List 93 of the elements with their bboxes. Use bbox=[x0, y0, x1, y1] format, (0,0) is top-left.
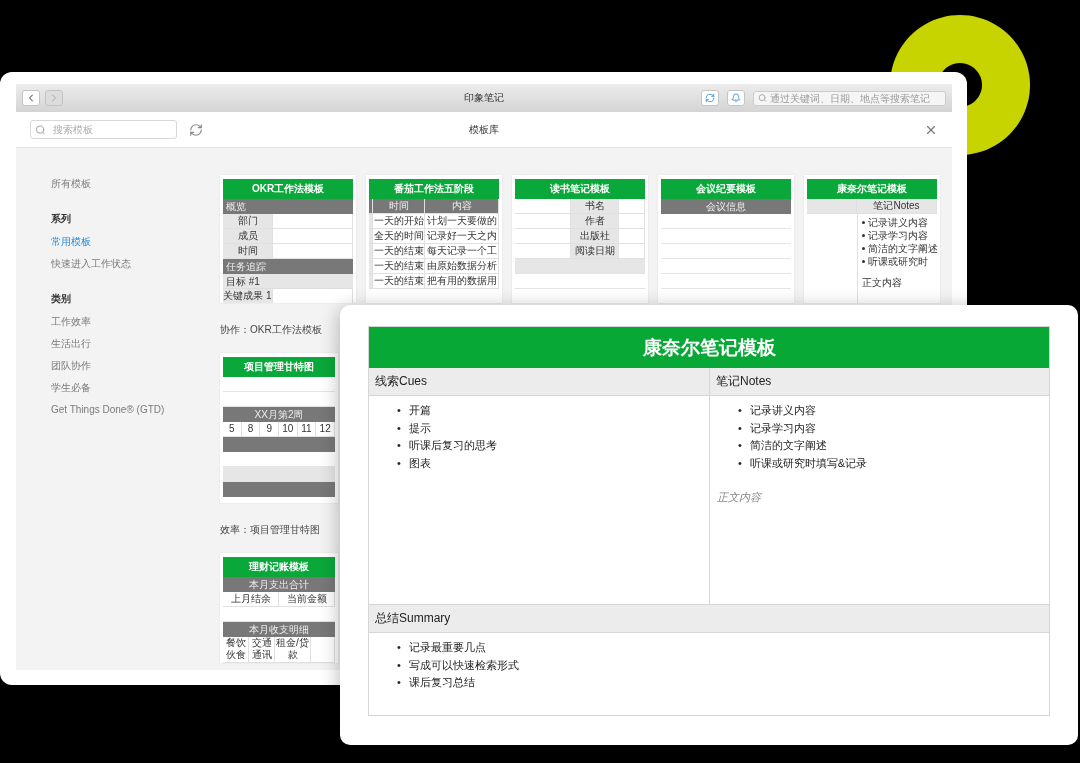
table-cell bbox=[311, 637, 335, 663]
note-search-field[interactable]: 通过关键词、日期、地点等搜索笔记 bbox=[753, 90, 946, 106]
template-title: 会议纪要模板 bbox=[661, 179, 791, 199]
sidebar-item[interactable]: 学生必备 bbox=[51, 381, 220, 395]
table-cell: 一天的开始 bbox=[373, 214, 425, 229]
table-band: 任务追踪 bbox=[223, 259, 353, 274]
sidebar-item[interactable]: 快速进入工作状态 bbox=[51, 257, 220, 271]
table-cell: 书名 bbox=[571, 199, 619, 214]
sidebar-item[interactable]: 所有模板 bbox=[51, 177, 220, 191]
table-cell: 作者 bbox=[571, 214, 619, 229]
list-item: • 记录最重要几点 bbox=[397, 640, 486, 655]
table-cell bbox=[619, 229, 645, 244]
sidebar-item[interactable]: 常用模板 bbox=[51, 235, 220, 249]
table-cell bbox=[807, 199, 857, 214]
sync-button[interactable] bbox=[701, 90, 719, 106]
table-cell: 一天的结束 bbox=[373, 244, 425, 259]
template-title: OKR工作法模板 bbox=[223, 179, 353, 199]
sidebar-item[interactable]: 团队协作 bbox=[51, 359, 220, 373]
template-title: 读书笔记模板 bbox=[515, 179, 645, 199]
table-cell: 每天记录一个工 bbox=[425, 244, 499, 259]
note-text: 正文内容 bbox=[862, 276, 903, 290]
list-item: • 写成可以快速检索形式 bbox=[397, 657, 519, 673]
table-cell bbox=[619, 214, 645, 229]
template-card[interactable]: 番茄工作法五阶段 时间 内容 一天的开始 计划一天要做的 全天的时间 记录好一天之内 一天的结束 每天记录一个工 一天的结束 由原始数据分析 一天的结束 把有用的数据用 bbox=[366, 175, 502, 303]
template-caption: 协作：OKR工作法模板 bbox=[220, 323, 323, 337]
notifications-button[interactable] bbox=[727, 90, 745, 106]
list-item: • 简洁的文字阐述 bbox=[738, 438, 827, 453]
table-band: XX月第2周 bbox=[223, 407, 335, 422]
sidebar-heading: 类别 bbox=[51, 293, 72, 305]
table-cell: 内容 bbox=[425, 199, 499, 214]
template-card[interactable]: 康奈尔笔记模板 笔记Notes 记录讲义内容 记录学习内容 简洁的文字阐述 听课或研究时 正文内容 bbox=[804, 175, 940, 303]
table-cell: 阅读日期 bbox=[571, 244, 619, 259]
table-band: 概览 bbox=[223, 199, 353, 214]
table-cell: 全天的时间 bbox=[373, 229, 425, 244]
table-cell: 计划一天要做的 bbox=[425, 214, 499, 229]
table-band: 本月支出合计 bbox=[223, 577, 335, 592]
list-item: 记录学习内容 bbox=[862, 229, 938, 242]
table-row: 目标 #1 bbox=[223, 274, 353, 289]
template-card[interactable]: 读书笔记模板 书名 作者 出版社 阅读日期 bbox=[512, 175, 648, 303]
template-title: 康奈尔笔记模板 bbox=[807, 179, 937, 199]
table-cell: 部门 bbox=[223, 214, 273, 229]
list-item: • 听课后复习的思考 bbox=[397, 438, 497, 453]
table-cell: 成员 bbox=[223, 229, 273, 244]
list-item: 简洁的文字阐述 bbox=[862, 242, 938, 255]
table-cell: 记录好一天之内 bbox=[425, 229, 499, 244]
column-heading: 线索Cues bbox=[369, 368, 709, 396]
template-caption: 效率：项目管理甘特图 bbox=[220, 523, 321, 537]
summary-heading: 总结Summary bbox=[369, 605, 1049, 633]
list-item: • 开篇 bbox=[397, 403, 431, 418]
list-item: • 记录讲义内容 bbox=[738, 403, 816, 418]
list-item: • 课后复习总结 bbox=[397, 675, 475, 690]
table-cell: 时间 bbox=[373, 199, 425, 214]
template-title: 项目管理甘特图 bbox=[223, 357, 335, 377]
table-cell: 把有用的数据用 bbox=[425, 274, 499, 289]
search-icon bbox=[758, 93, 767, 103]
list-item: • 图表 bbox=[397, 455, 431, 471]
sidebar-item[interactable]: 工作效率 bbox=[51, 315, 220, 329]
note-text: 正文内容 bbox=[717, 490, 763, 505]
window-title: 印象笔记 bbox=[464, 91, 504, 105]
sidebar-item[interactable]: 生活出行 bbox=[51, 337, 220, 351]
column-heading: 笔记Notes bbox=[710, 368, 1049, 396]
table-cell: 出版社 bbox=[571, 229, 619, 244]
table-cell: 餐饮伙食 bbox=[223, 637, 249, 663]
table-band: 会议信息 bbox=[661, 199, 791, 214]
list-item: 记录讲义内容 bbox=[862, 216, 938, 229]
refresh-icon[interactable] bbox=[189, 122, 203, 137]
sidebar-item[interactable]: Get Things Done® (GTD) bbox=[51, 403, 220, 417]
table-cell bbox=[619, 199, 645, 214]
template-search-field[interactable]: 搜索模板 bbox=[30, 120, 177, 139]
table-cell: 笔记Notes bbox=[857, 199, 937, 214]
search-icon bbox=[35, 124, 46, 135]
panel-title: 模板库 bbox=[469, 122, 499, 137]
list-item: • 听课或研究时填写&记录 bbox=[738, 455, 868, 471]
table-cell: 时间 bbox=[223, 244, 273, 259]
template-card[interactable]: OKR工作法模板 概览 部门 成员 时间 任务追踪 目标 #1 关键成果 1 bbox=[220, 175, 356, 303]
table-cell: 一天的结束 bbox=[373, 259, 425, 274]
table-cell: 由原始数据分析 bbox=[425, 259, 499, 274]
preview-title: 康奈尔笔记模板 bbox=[369, 327, 1049, 368]
template-title: 番茄工作法五阶段 bbox=[369, 179, 499, 199]
template-card[interactable]: 理财记账模板 本月支出合计 上月结余 当前金额 本月收支明细 餐饮伙食 交通通讯 租金/贷款 bbox=[220, 553, 338, 663]
table-cell: 交通通讯 bbox=[249, 637, 275, 663]
list-item: • 提示 bbox=[397, 420, 431, 436]
template-card[interactable]: 会议纪要模板 会议信息 bbox=[658, 175, 794, 303]
back-button[interactable] bbox=[22, 90, 40, 106]
template-card[interactable]: 项目管理甘特图 XX月第2周 5 8 9 10 11 12 bbox=[220, 353, 338, 503]
sidebar-heading: 系列 bbox=[51, 213, 72, 225]
table-band: 本月收支明细 bbox=[223, 622, 335, 637]
table-cell: 租金/贷款 bbox=[275, 637, 311, 663]
table-cell: 关键成果 1 bbox=[223, 289, 273, 303]
table-cell: 一天的结束 bbox=[373, 274, 425, 289]
list-item: 听课或研究时 bbox=[862, 255, 938, 268]
list-item: • 记录学习内容 bbox=[738, 420, 816, 436]
template-title: 理财记账模板 bbox=[223, 557, 335, 577]
